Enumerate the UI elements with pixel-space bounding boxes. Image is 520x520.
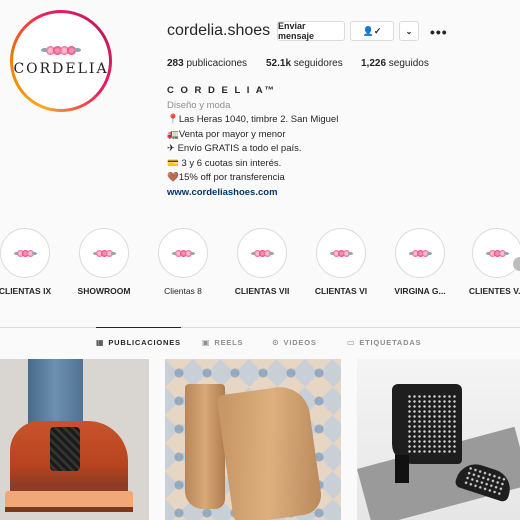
highlight-label: Clientas 8 <box>164 286 202 296</box>
profile-avatar[interactable]: CORDELIA <box>10 10 112 112</box>
video-icon: ⊙ <box>272 337 280 347</box>
highlight-label: CLIENTES V... <box>468 286 520 296</box>
grid-icon: ▦ <box>96 338 105 347</box>
bio-website-link[interactable]: www.cordeliashoes.com <box>167 186 338 201</box>
highlights-next-button[interactable] <box>513 257 520 271</box>
reels-icon: ▣ <box>202 337 211 347</box>
following-count[interactable]: 1,226 seguidos <box>361 58 429 69</box>
bio-line: 🚛Venta por mayor y menor <box>167 128 286 140</box>
suggested-dropdown-button[interactable]: ⌄ <box>399 21 419 41</box>
highlight-cover <box>237 228 287 278</box>
highlight-item[interactable]: CLIENTAS VI <box>311 228 371 296</box>
person-check-icon: 👤✓ <box>362 25 382 36</box>
highlight-label: VIRGINA G... <box>394 286 446 296</box>
following-button[interactable]: 👤✓ <box>350 21 394 41</box>
followers-count[interactable]: 52.1k seguidores <box>266 58 343 69</box>
profile-category: Diseño y moda <box>167 99 231 111</box>
highlight-cover <box>472 228 520 278</box>
highlight-item[interactable]: CLIENTAS IX <box>0 228 55 296</box>
profile-display-name: C O R D E L I A™ <box>167 85 277 96</box>
highlight-label: CLIENTAS VI <box>314 286 368 296</box>
highlight-label: CLIENTAS IX <box>0 286 52 296</box>
bio-line: 📍Las Heras 1040, timbre 2. San Miguel <box>167 114 339 125</box>
bio-line: ✈ Envío GRATIS a todo el país. <box>167 143 302 154</box>
tab-videos[interactable]: ⊙ VIDEOS <box>272 327 317 357</box>
post-thumbnail[interactable] <box>165 359 341 520</box>
story-highlights: CLIENTAS IX SHOWROOM Clientas 8 CLIENTAS… <box>0 228 520 298</box>
chevron-down-icon: ⌄ <box>405 26 413 36</box>
tab-publicaciones[interactable]: ▦ PUBLICACIONES <box>96 327 181 357</box>
highlight-item[interactable]: SHOWROOM <box>74 228 134 296</box>
highlight-cover <box>395 228 445 278</box>
profile-username: cordelia.shoes <box>167 22 271 39</box>
posts-grid <box>0 359 520 520</box>
more-options-icon[interactable]: ••• <box>430 24 448 40</box>
highlight-item[interactable]: VIRGINA G... <box>390 228 450 296</box>
profile-tabs: ▦ PUBLICACIONES ▣ REELS ⊙ VIDEOS ▭ ETIQUETAD… <box>0 327 520 357</box>
highlight-label: CLIENTAS VII <box>234 286 290 296</box>
post-thumbnail[interactable] <box>357 359 520 520</box>
highlight-item[interactable]: Clientas 8 <box>153 228 213 296</box>
highlight-item[interactable]: CLIENTES V... <box>467 228 520 296</box>
highlight-label: SHOWROOM <box>77 286 131 296</box>
tab-etiquetadas[interactable]: ▭ ETIQUETADAS <box>347 327 421 357</box>
logo-text: CORDELIA <box>13 60 109 77</box>
bio-line: 🤎15% off por transferencia <box>167 172 285 183</box>
post-thumbnail[interactable] <box>0 359 149 520</box>
send-message-button[interactable]: Enviar mensaje <box>277 21 345 41</box>
highlight-cover <box>316 228 366 278</box>
highlight-cover <box>79 228 129 278</box>
highlight-item[interactable]: CLIENTAS VII <box>232 228 292 296</box>
posts-count: 283 publicaciones <box>167 58 248 69</box>
flower-decoration <box>41 45 81 55</box>
bio-line: 💳 3 y 6 cuotas sin interés. <box>167 157 282 169</box>
highlight-cover <box>0 228 50 278</box>
tag-icon: ▭ <box>347 337 356 347</box>
avatar-logo: CORDELIA <box>13 13 109 109</box>
profile-bio: C O R D E L I A™ Diseño y moda 📍Las Hera… <box>167 84 338 200</box>
highlight-cover <box>158 228 208 278</box>
tab-reels[interactable]: ▣ REELS <box>202 327 243 357</box>
